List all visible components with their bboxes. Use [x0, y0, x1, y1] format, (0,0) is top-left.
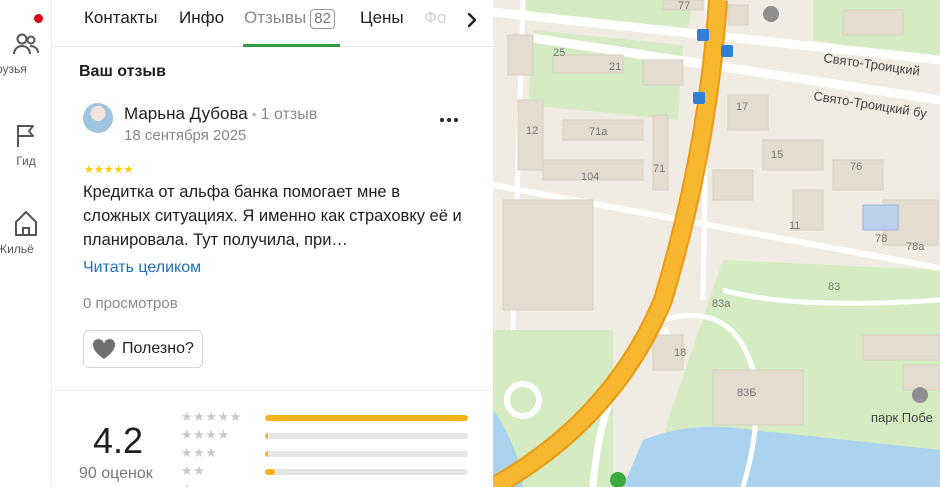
org-panel: Контакты Инфо Отзывы 82 Цены Фо Ваш отзыв…: [53, 0, 493, 487]
building-label: 25: [553, 47, 565, 59]
rating-row: ★★★: [181, 445, 471, 463]
reviews-count-badge: 82: [310, 9, 335, 29]
author-separator: •: [251, 106, 257, 122]
row-bar: [265, 469, 468, 475]
building-label: 76: [850, 161, 862, 173]
notification-dot: [34, 14, 43, 23]
housing-icon: [15, 211, 37, 236]
rail-label-housing: Жильё: [0, 242, 34, 256]
building-label: 83Б: [737, 387, 756, 399]
more-options-button[interactable]: [435, 108, 463, 132]
dot-icon: [447, 118, 451, 122]
building-label: 21: [609, 61, 621, 73]
divider: [53, 390, 493, 391]
review-text: Кредитка от альфа банка помогает мне в с…: [83, 183, 462, 249]
rating-row: ★★: [181, 463, 471, 481]
building-label: 78: [875, 233, 887, 245]
dot-icon: [440, 118, 444, 122]
row-bar: [265, 433, 468, 439]
author-name[interactable]: Марьна Дубова: [124, 104, 248, 123]
rating-row: ★★★★: [181, 427, 471, 445]
row-stars: ★★★★: [181, 427, 230, 442]
map[interactable]: 77 25 21 17 12 71а 71 104 15 76 11 78 78…: [493, 0, 940, 487]
map-canvas[interactable]: 77 25 21 17 12 71а 71 104 15 76 11 78 78…: [493, 0, 940, 487]
row-stars: ★: [181, 481, 193, 487]
tab-reviews[interactable]: Отзывы 82: [244, 8, 335, 29]
building-label: 15: [771, 149, 783, 161]
rating-value: 4.2: [93, 420, 144, 461]
building-label: 83а: [712, 298, 731, 310]
row-bar: [265, 451, 468, 457]
row-stars: ★★: [181, 463, 206, 478]
building-label: 11: [789, 220, 800, 232]
friends-icon: [13, 33, 39, 55]
chevron-right-icon: [467, 12, 477, 28]
building-label: 104: [581, 171, 599, 183]
rating-row: ★: [181, 481, 471, 487]
row-bar: [265, 415, 468, 421]
flag-icon: [17, 125, 34, 147]
row-fill: [265, 451, 269, 457]
tab-reviews-label: Отзывы: [244, 8, 307, 27]
tabs-next-button[interactable]: [457, 8, 487, 32]
building-label: 12: [526, 125, 538, 137]
building-label: 18: [674, 347, 686, 359]
row-stars: ★★★★★: [181, 409, 242, 424]
tab-photos[interactable]: Фо: [424, 8, 446, 28]
rail-item-guide[interactable]: Гид: [0, 122, 52, 168]
building-label: 77: [678, 0, 690, 12]
rail-item-friends[interactable]: рузья: [0, 30, 52, 76]
rail-item-housing[interactable]: Жильё: [0, 208, 52, 256]
author-review-count: 1 отзыв: [260, 106, 318, 123]
section-title: Ваш отзыв: [79, 63, 166, 80]
park-label: парк Побе: [871, 410, 933, 425]
building-label: 83: [828, 281, 840, 293]
rail-label-guide: Гид: [16, 154, 36, 168]
row-fill: [265, 469, 276, 475]
tab-prices[interactable]: Цены: [360, 8, 404, 28]
rail-label-friends: рузья: [0, 62, 27, 76]
rating-count: 90 оценок: [79, 465, 153, 482]
helpful-label: Полезно?: [122, 340, 194, 357]
row-fill: [265, 433, 269, 439]
views-count: 0 просмотров: [83, 295, 178, 312]
active-tab-indicator: [243, 44, 340, 47]
row-stars: ★★★: [181, 445, 218, 460]
review-stars: ★★★★★: [84, 164, 134, 176]
row-fill: [265, 415, 468, 421]
review-date: 18 сентября 2025: [124, 127, 247, 144]
building-label: 78а: [906, 241, 925, 253]
tab-bar: Контакты Инфо Отзывы 82 Цены Фо: [53, 0, 493, 47]
rating-distribution: ★★★★★ ★★★★ ★★★ ★★ ★: [181, 409, 471, 487]
heart-icon: [92, 338, 116, 359]
helpful-button[interactable]: Полезно?: [83, 330, 203, 368]
left-rail: рузья Гид Жильё: [0, 0, 52, 487]
building-label: 17: [736, 101, 748, 113]
building-label: 71а: [589, 126, 608, 138]
read-more-link[interactable]: Читать целиком: [83, 259, 201, 277]
tab-info[interactable]: Инфо: [179, 8, 224, 28]
dot-icon: [454, 118, 458, 122]
avatar[interactable]: [83, 103, 113, 133]
tab-contacts[interactable]: Контакты: [84, 8, 157, 28]
rating-row: ★★★★★: [181, 409, 471, 427]
review-author: Марьна Дубова • 1 отзыв: [124, 104, 317, 124]
building-label: 71: [653, 163, 665, 175]
